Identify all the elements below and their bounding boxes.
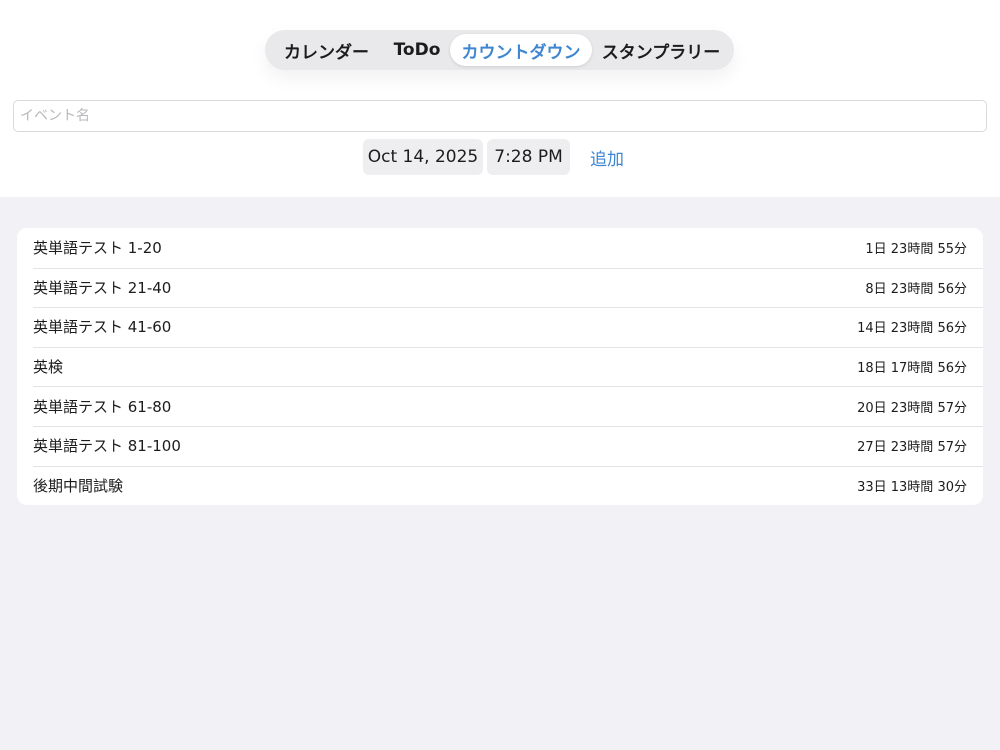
tab-segmented-control: カレンダー ToDo カウントダウン スタンプラリー <box>265 30 734 70</box>
list-item[interactable]: 英単語テスト 21-40 8日 23時間 56分 <box>17 267 983 308</box>
tab-calendar[interactable]: カレンダー <box>269 34 384 66</box>
countdown-title: 英単語テスト 81-100 <box>33 437 181 456</box>
countdown-title: 英単語テスト 61-80 <box>33 397 172 416</box>
countdown-remaining: 1日 23時間 55分 <box>865 242 967 258</box>
list-item[interactable]: 英単語テスト 1-20 1日 23時間 55分 <box>17 228 983 268</box>
countdown-title: 英単語テスト 41-60 <box>33 318 172 337</box>
list-item[interactable]: 英単語テスト 81-100 27日 23時間 57分 <box>17 425 983 466</box>
tab-stamp-rally[interactable]: スタンプラリー <box>592 34 730 66</box>
countdown-title: 英検 <box>33 358 64 377</box>
date-picker[interactable]: Oct 14, 2025 <box>363 139 483 175</box>
list-item[interactable]: 後期中間試験 33日 13時間 30分 <box>17 465 983 506</box>
list-item[interactable]: 英単語テスト 61-80 20日 23時間 57分 <box>17 386 983 426</box>
countdown-remaining: 33日 13時間 30分 <box>857 479 967 495</box>
tab-todo[interactable]: ToDo <box>384 34 450 66</box>
list-item[interactable]: 英単語テスト 41-60 14日 23時間 56分 <box>17 307 983 347</box>
countdown-title: 英単語テスト 1-20 <box>33 239 162 258</box>
countdown-list: 英単語テスト 1-20 1日 23時間 55分 英単語テスト 21-40 8日 … <box>17 228 983 506</box>
header-panel: カレンダー ToDo カウントダウン スタンプラリー Oct 14, 2025 … <box>0 0 1000 197</box>
countdown-title: 英単語テスト 21-40 <box>33 278 172 297</box>
time-picker[interactable]: 7:28 PM <box>487 139 570 175</box>
countdown-title: 後期中間試験 <box>33 476 124 495</box>
tab-countdown[interactable]: カウントダウン <box>450 34 592 66</box>
countdown-remaining: 14日 23時間 56分 <box>857 321 967 337</box>
list-item[interactable]: 英検 18日 17時間 56分 <box>17 346 983 387</box>
countdown-remaining: 18日 17時間 56分 <box>857 361 967 377</box>
countdown-remaining: 8日 23時間 56分 <box>865 281 967 297</box>
add-button[interactable]: 追加 <box>586 139 628 175</box>
countdown-remaining: 20日 23時間 57分 <box>857 400 967 416</box>
countdown-remaining: 27日 23時間 57分 <box>857 440 967 456</box>
event-name-input[interactable] <box>13 100 987 132</box>
